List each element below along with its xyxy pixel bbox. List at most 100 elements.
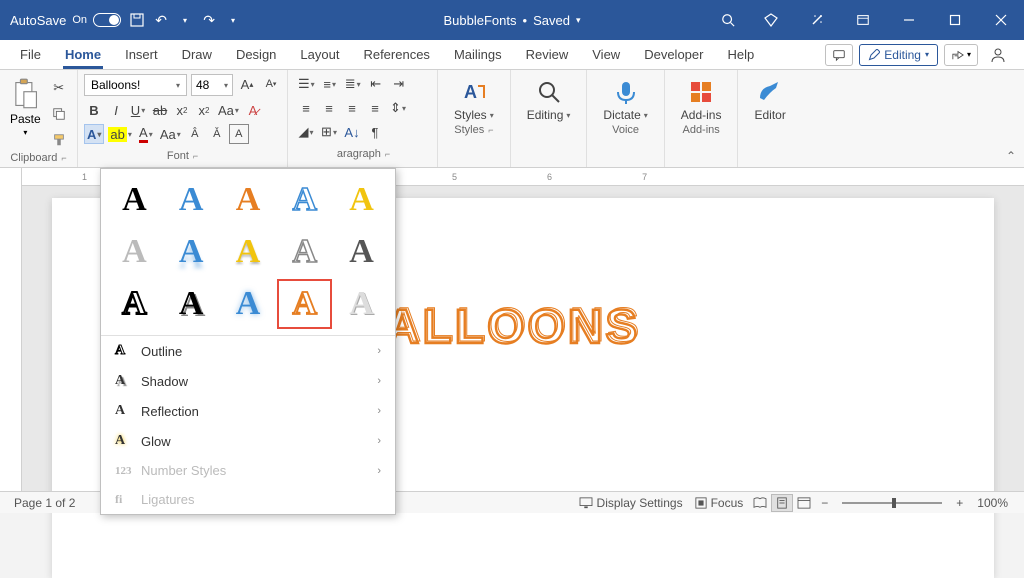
tab-help[interactable]: Help	[715, 40, 766, 69]
tab-draw[interactable]: Draw	[170, 40, 224, 69]
fx-outline-menu[interactable]: AOutline ›	[101, 336, 395, 366]
comments-button[interactable]	[825, 44, 853, 66]
fx-preset-9[interactable]: A	[277, 227, 332, 277]
sort-icon[interactable]: A↓	[342, 122, 362, 142]
tab-layout[interactable]: Layout	[288, 40, 351, 69]
tab-file[interactable]: File	[8, 40, 53, 69]
superscript-button[interactable]: x2	[194, 100, 214, 120]
editor-button[interactable]: Editor	[744, 74, 795, 122]
launcher-icon[interactable]: ⌐	[193, 151, 198, 161]
fx-preset-10[interactable]: A	[334, 227, 389, 277]
font-name-combo[interactable]: Balloons! ▾	[84, 74, 187, 96]
paste-button[interactable]: Paste ▾	[6, 74, 45, 141]
font-color-button[interactable]: A▾	[136, 124, 156, 144]
launcher-icon[interactable]: ⌐	[385, 149, 390, 159]
character-shading-icon[interactable]: Aa▾	[158, 124, 183, 144]
tab-mailings[interactable]: Mailings	[442, 40, 514, 69]
zoom-in-button[interactable]: +	[950, 496, 969, 510]
search-icon[interactable]	[708, 0, 748, 40]
collapse-ribbon-icon[interactable]: ⌃	[1006, 149, 1016, 163]
wand-icon[interactable]	[794, 0, 840, 40]
tab-references[interactable]: References	[351, 40, 441, 69]
show-marks-icon[interactable]: ¶	[365, 122, 385, 142]
clear-formatting-icon[interactable]: A̷	[243, 100, 263, 120]
fx-preset-3[interactable]: A	[221, 175, 276, 225]
strikethrough-button[interactable]: ab	[150, 100, 170, 120]
fx-preset-2[interactable]: A	[164, 175, 219, 225]
fx-preset-4[interactable]: A	[277, 175, 332, 225]
read-mode-icon[interactable]	[749, 494, 771, 512]
undo-dropdown-icon[interactable]: ▾	[177, 12, 193, 28]
tab-developer[interactable]: Developer	[632, 40, 715, 69]
display-settings-button[interactable]: Display Settings	[573, 496, 689, 510]
document-title[interactable]: BubbleFonts • Saved ▾	[444, 13, 581, 28]
minimize-button[interactable]	[886, 0, 932, 40]
fx-preset-14[interactable]: A	[277, 279, 332, 329]
phonetic-guide-icon[interactable]: Ǎ	[207, 124, 227, 144]
dictate-button[interactable]: Dictate▾	[593, 74, 657, 122]
enclose-characters-icon[interactable]: Â	[185, 124, 205, 144]
fx-glow-menu[interactable]: AGlow ›	[101, 426, 395, 456]
decrease-indent-icon[interactable]: ⇤	[366, 74, 386, 94]
diamond-icon[interactable]	[748, 0, 794, 40]
fx-preset-7[interactable]: A	[164, 227, 219, 277]
vertical-ruler[interactable]	[0, 168, 22, 491]
numbering-icon[interactable]: ≡▾	[320, 74, 340, 94]
tab-design[interactable]: Design	[224, 40, 288, 69]
tab-home[interactable]: Home	[53, 40, 113, 69]
zoom-level[interactable]: 100%	[969, 496, 1016, 510]
page-indicator[interactable]: Page 1 of 2	[8, 496, 81, 510]
zoom-slider[interactable]	[842, 502, 942, 504]
redo-icon[interactable]: ↷	[201, 12, 217, 28]
tab-insert[interactable]: Insert	[113, 40, 170, 69]
print-layout-icon[interactable]	[771, 494, 793, 512]
justify-icon[interactable]: ≡	[365, 98, 385, 118]
tab-view[interactable]: View	[580, 40, 632, 69]
styles-button[interactable]: A Styles▾	[444, 74, 504, 122]
format-painter-icon[interactable]	[49, 130, 69, 150]
change-case-button[interactable]: Aa▾	[216, 100, 241, 120]
fx-preset-1[interactable]: A	[107, 175, 162, 225]
align-left-icon[interactable]: ≡	[296, 98, 316, 118]
save-icon[interactable]	[129, 12, 145, 28]
shrink-font-icon[interactable]: A▾	[261, 74, 281, 94]
borders-icon[interactable]: ⊞▾	[319, 122, 339, 142]
web-layout-icon[interactable]	[793, 494, 815, 512]
bullets-icon[interactable]: ☰▾	[296, 74, 317, 94]
qat-customize-icon[interactable]: ▾	[225, 12, 241, 28]
subscript-button[interactable]: x2	[172, 100, 192, 120]
editing-mode-button[interactable]: Editing ▾	[859, 44, 938, 66]
account-icon[interactable]	[984, 44, 1012, 66]
focus-button[interactable]: Focus	[689, 496, 750, 510]
copy-icon[interactable]	[49, 104, 69, 124]
line-spacing-icon[interactable]: ⇕▾	[388, 98, 408, 118]
addins-button[interactable]: Add-ins	[671, 74, 732, 122]
fx-preset-6[interactable]: A	[107, 227, 162, 277]
character-border-icon[interactable]: A	[229, 124, 249, 144]
undo-icon[interactable]: ↶	[153, 12, 169, 28]
fx-shadow-menu[interactable]: AShadow ›	[101, 366, 395, 396]
cut-icon[interactable]: ✂	[49, 78, 69, 98]
fx-preset-8[interactable]: A	[221, 227, 276, 277]
share-button[interactable]: ▾	[944, 44, 978, 66]
fx-preset-15[interactable]: A	[334, 279, 389, 329]
fx-reflection-menu[interactable]: AReflection ›	[101, 396, 395, 426]
multilevel-list-icon[interactable]: ≣▾	[343, 74, 363, 94]
launcher-icon[interactable]: ⌐	[488, 125, 493, 135]
fx-preset-13[interactable]: A	[221, 279, 276, 329]
underline-button[interactable]: U▾	[128, 100, 148, 120]
align-center-icon[interactable]: ≡	[319, 98, 339, 118]
align-right-icon[interactable]: ≡	[342, 98, 362, 118]
highlight-button[interactable]: ab▾	[106, 124, 133, 144]
autosave-toggle[interactable]: AutoSave On	[10, 13, 121, 28]
ribbon-display-icon[interactable]	[840, 0, 886, 40]
fx-preset-11[interactable]: A	[107, 279, 162, 329]
shading-icon[interactable]: ◢▾	[296, 122, 316, 142]
bold-button[interactable]: B	[84, 100, 104, 120]
close-button[interactable]	[978, 0, 1024, 40]
zoom-out-button[interactable]: −	[815, 496, 834, 510]
fx-preset-12[interactable]: A	[164, 279, 219, 329]
maximize-button[interactable]	[932, 0, 978, 40]
tab-review[interactable]: Review	[514, 40, 581, 69]
launcher-icon[interactable]: ⌐	[61, 153, 66, 163]
